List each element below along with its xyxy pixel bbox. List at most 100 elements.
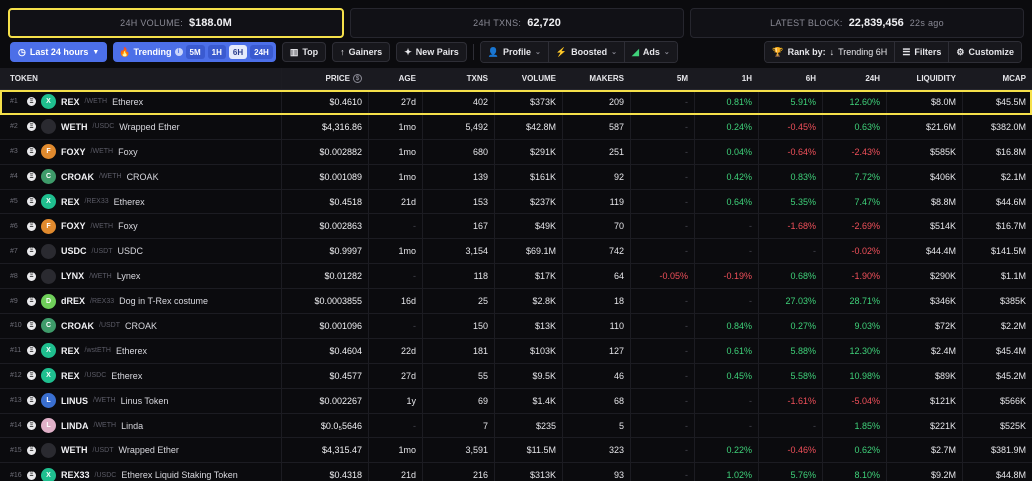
ethereum-chain-icon: Ξ (27, 221, 36, 231)
table-row[interactable]: #5 Ξ X REX/REX33 Etherex $0.4518 21d 153 $237K 11… (0, 189, 1032, 215)
rank-value: Trending 6H (838, 47, 888, 57)
volume-cell: $69.1M (494, 239, 562, 264)
col-24h[interactable]: 24H (822, 68, 886, 89)
table-row[interactable]: #7 Ξ USDC/USDT USDC $0.9997 1mo 3,154 $69.1M 742… (0, 239, 1032, 265)
makers-cell: 742 (562, 239, 630, 264)
col-makers[interactable]: MAKERS (562, 68, 630, 89)
txns-cell: 153 (422, 189, 494, 214)
ads-dropdown[interactable]: ◢ Ads ⌄ (624, 42, 677, 62)
col-6h[interactable]: 6H (758, 68, 822, 89)
new-pairs-button[interactable]: ✦ New Pairs (396, 42, 467, 62)
mcap-cell: $16.7M (962, 214, 1032, 239)
col-volume[interactable]: VOLUME (494, 68, 562, 89)
col-token[interactable]: TOKEN (0, 68, 282, 89)
divider (472, 44, 474, 60)
token-cell[interactable]: #12 Ξ X REX/USDC Etherex (0, 363, 282, 388)
currency-toggle-icon[interactable]: $ (353, 74, 362, 83)
trend-option-5m[interactable]: 5M (185, 45, 205, 59)
trending-control[interactable]: 🔥 Trending i 5M 1H 6H 24H (113, 42, 276, 62)
price-cell: $4,315.47 (321, 445, 362, 456)
table-row[interactable]: #13 Ξ L LINUS/WETH Linus Token $0.002267 1y 69 $… (0, 388, 1032, 414)
table-row[interactable]: #11 Ξ X REX/wstETH Etherex $0.4604 22d 181 $103K… (0, 338, 1032, 364)
table-row[interactable]: #12 Ξ X REX/USDC Etherex $0.4577 27d 55 $9.5K 46-… (0, 363, 1032, 389)
col-liquidity[interactable]: LIQUIDITY (886, 68, 962, 89)
txns-cell: 3,591 (422, 438, 494, 463)
change-1h-cell: 0.42% (694, 164, 758, 189)
volume-cell: $42.8M (494, 114, 562, 139)
table-row[interactable]: #10 Ξ C CROAK/USDT CROAK $0.001096-150 $13K 110… (0, 314, 1032, 339)
txns-cell: 167 (422, 214, 494, 239)
token-cell[interactable]: #15 Ξ WETH/USDT Wrapped Ether (0, 438, 282, 463)
boosted-dropdown[interactable]: ⚡ Boosted ⌄ (548, 42, 625, 62)
change-24h-cell: 7.72% (822, 164, 886, 189)
quote-token: /WETH (90, 148, 114, 156)
table-row[interactable]: #8 Ξ LYNX/WETH Lynex $0.01282-118 $17K 64 -0.05… (0, 264, 1032, 290)
change-6h-cell: 5.35% (758, 189, 822, 214)
token-cell[interactable]: #11 Ξ X REX/wstETH Etherex (0, 338, 282, 363)
makers-cell: 70 (562, 214, 630, 239)
ethereum-chain-icon: Ξ (27, 197, 36, 206)
col-1h[interactable]: 1H (694, 68, 758, 89)
change-6h-cell: 5.88% (758, 338, 822, 363)
token-cell[interactable]: #8 Ξ LYNX/WETH Lynex (0, 264, 282, 289)
col-price[interactable]: PRICE $ (282, 68, 368, 89)
token-cell[interactable]: #7 Ξ USDC/USDT USDC (0, 239, 282, 264)
token-cell[interactable]: #9 Ξ DdREX/REX33 Dog in T-Rex costume (0, 289, 282, 314)
table-header: TOKEN PRICE $ AGE TXNS VOLUME MAKERS 5M … (0, 68, 1032, 90)
trend-option-1h[interactable]: 1H (207, 45, 226, 59)
quote-token: /USDC (84, 372, 107, 380)
token-name: Etherex (113, 196, 145, 207)
token-cell[interactable]: #14 Ξ L LINDA/WETH Linda (0, 413, 282, 438)
price-cell: $0.001089 (319, 171, 362, 182)
token-cell[interactable]: #13 Ξ L LINUS/WETH Linus Token (0, 388, 282, 413)
top-button[interactable]: ▥ Top (281, 42, 327, 62)
gainers-button[interactable]: ↑ Gainers (332, 42, 391, 62)
token-cell[interactable]: #10 Ξ C CROAK/USDT CROAK (0, 314, 282, 338)
timeframe-dropdown[interactable]: ◷ Last 24 hours ▼ (10, 42, 108, 62)
table-row[interactable]: #2 Ξ WETH/USDC Wrapped Ether $4,316.86 1mo 5,4… (0, 114, 1032, 140)
filters-button[interactable]: ☰ Filters (895, 42, 950, 62)
table-row[interactable]: #14 Ξ L LINDA/WETH Linda $0.0₅5646-7 $235 5- - -1… (0, 413, 1032, 439)
table-row[interactable]: #3 Ξ F FOXY/WETH Foxy $0.002882 1mo 680 $291K 251… (0, 139, 1032, 165)
change-24h-cell: 12.60% (822, 90, 886, 114)
token-cell[interactable]: #1 Ξ X REX/WETH Etherex (0, 90, 282, 114)
change-6h-cell: 27.03% (758, 289, 822, 314)
col-mcap[interactable]: MCAP (962, 68, 1032, 89)
table-row[interactable]: #15 Ξ WETH/USDT Wrapped Ether $4,315.47 1mo 3,… (0, 438, 1032, 464)
liquidity-cell: $2.4M (886, 338, 962, 363)
quote-token: /USDT (91, 247, 113, 255)
profile-dropdown[interactable]: 👤 Profile ⌄ (480, 42, 549, 62)
mcap-cell: $381.9M (962, 438, 1032, 463)
col-5m[interactable]: 5M (630, 68, 694, 89)
quote-token: /USDT (92, 446, 114, 454)
trend-option-24h[interactable]: 24H (250, 45, 273, 59)
customize-button[interactable]: ⚙ Customize (949, 42, 1021, 62)
trend-option-6h[interactable]: 6H (228, 45, 248, 59)
col-age[interactable]: AGE (368, 68, 422, 89)
volume-cell: $291K (494, 139, 562, 164)
volume-cell: $17K (494, 264, 562, 289)
price-cell: $0.0003855 (314, 296, 362, 307)
col-txns[interactable]: TXNS (422, 68, 494, 89)
arrow-up-icon: ↑ (340, 47, 345, 57)
rank-number: #14 (10, 422, 22, 430)
table-row[interactable]: #6 Ξ F FOXY/WETH Foxy $0.002863-167 $49K 70- - -1… (0, 214, 1032, 240)
token-cell[interactable]: #3 Ξ F FOXY/WETH Foxy (0, 139, 282, 164)
rank-label: Rank by: (787, 47, 826, 57)
table-row[interactable]: #4 Ξ C CROAK/WETH CROAK $0.001089 1mo 139 $161K 9… (0, 164, 1032, 190)
token-name: Etherex (111, 370, 143, 381)
token-cell[interactable]: #4 Ξ C CROAK/WETH CROAK (0, 164, 282, 189)
info-icon[interactable]: i (174, 48, 183, 56)
rank-by-dropdown[interactable]: 🏆 Rank by: ↓ Trending 6H (765, 42, 896, 62)
rank-number: #8 (10, 272, 18, 280)
table-row[interactable]: #1 Ξ X REX/WETH Etherex $0.4610 27d 402 $373K 209… (0, 90, 1032, 115)
table-row[interactable]: #16 Ξ X REX33/USDC Etherex Liquid Staking To… (0, 463, 1032, 481)
token-cell[interactable]: #5 Ξ X REX/REX33 Etherex (0, 189, 282, 214)
change-6h-cell: 0.68% (758, 264, 822, 289)
token-cell[interactable]: #16 Ξ X REX33/USDC Etherex Liquid Staking To… (0, 463, 282, 481)
table-row[interactable]: #9 Ξ DdREX/REX33 Dog in T-Rex costume $0.000… (0, 289, 1032, 315)
token-cell[interactable]: #2 Ξ WETH/USDC Wrapped Ether (0, 114, 282, 139)
trending-label: Trending (133, 47, 172, 57)
volume-cell: $373K (494, 90, 562, 114)
token-cell[interactable]: #6 Ξ F FOXY/WETH Foxy (0, 214, 282, 239)
